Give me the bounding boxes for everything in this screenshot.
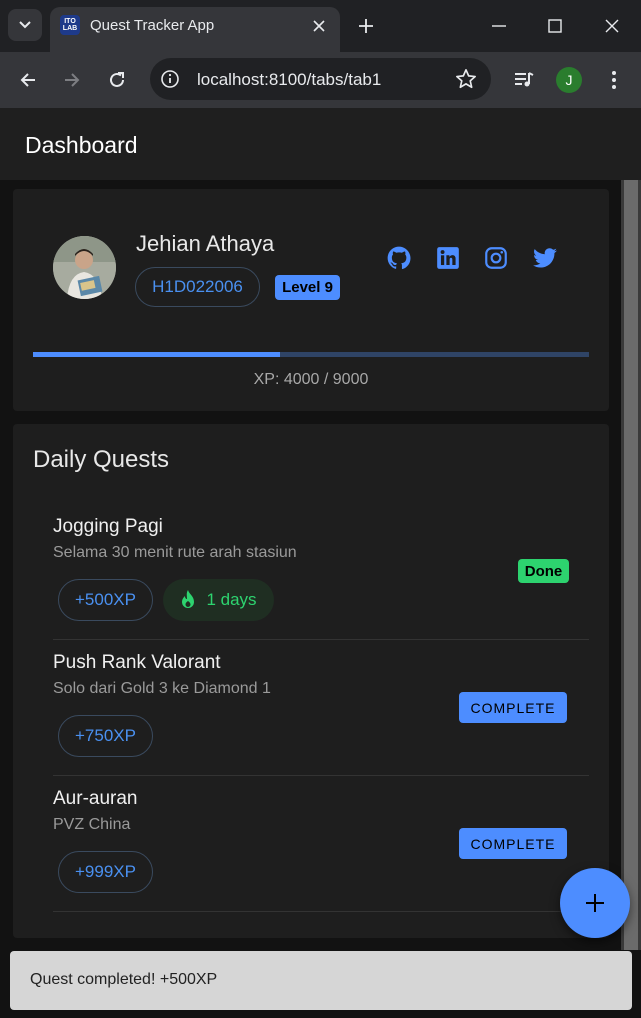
instagram-icon[interactable] bbox=[483, 245, 509, 271]
profile-card: Jehian Athaya H1D022006 Level 9 XP: 4000… bbox=[13, 189, 609, 411]
info-icon[interactable] bbox=[160, 69, 180, 89]
avatar bbox=[53, 236, 116, 299]
reload-button[interactable] bbox=[101, 64, 133, 96]
quest-item: Jogging Pagi Selama 30 menit rute arah s… bbox=[53, 504, 589, 640]
quest-description: Solo dari Gold 3 ke Diamond 1 bbox=[53, 680, 271, 697]
minimize-icon bbox=[492, 25, 506, 27]
back-button[interactable] bbox=[12, 64, 44, 96]
streak-chip: 1 days bbox=[163, 579, 274, 621]
toast-message: Quest completed! +500XP bbox=[30, 971, 218, 988]
page-title: Dashboard bbox=[25, 132, 138, 158]
new-tab-button[interactable] bbox=[352, 12, 380, 40]
arrow-right-icon bbox=[65, 73, 80, 87]
flame-icon bbox=[182, 590, 195, 608]
quest-description: PVZ China bbox=[53, 816, 131, 833]
quest-item: Aur-auran PVZ China +999XP COMPLETE bbox=[53, 776, 589, 912]
favicon: ITO LAB bbox=[60, 15, 80, 35]
plus-icon bbox=[359, 19, 373, 33]
browser-toolbar: localhost:8100/tabs/tab1 J bbox=[0, 52, 641, 108]
browser-tab[interactable]: ITO LAB Quest Tracker App bbox=[50, 7, 340, 52]
media-button[interactable] bbox=[508, 64, 540, 96]
github-icon[interactable] bbox=[386, 245, 412, 271]
xp-chip: +750XP bbox=[58, 715, 153, 757]
tab-search-button[interactable] bbox=[8, 9, 42, 41]
xp-text: XP: 4000 / 9000 bbox=[253, 371, 369, 388]
profile-avatar[interactable]: J bbox=[556, 67, 582, 93]
content-area: Jehian Athaya H1D022006 Level 9 XP: 4000… bbox=[0, 180, 621, 950]
xp-progress-bar bbox=[33, 352, 589, 357]
daily-quests-card: Daily Quests Jogging Pagi Selama 30 meni… bbox=[13, 424, 609, 938]
scrollbar-thumb[interactable] bbox=[624, 180, 638, 950]
close-icon bbox=[313, 20, 325, 32]
minimize-button[interactable] bbox=[474, 8, 524, 44]
xp-progress-fill bbox=[33, 352, 280, 357]
linkedin-icon[interactable] bbox=[435, 245, 461, 271]
star-icon[interactable] bbox=[455, 68, 477, 90]
tab-title: Quest Tracker App bbox=[90, 17, 215, 34]
window-close-button[interactable] bbox=[587, 8, 637, 44]
address-bar[interactable]: localhost:8100/tabs/tab1 bbox=[150, 58, 491, 100]
scrollbar[interactable] bbox=[621, 180, 641, 950]
tab-close-button[interactable] bbox=[308, 15, 330, 37]
menu-button[interactable] bbox=[598, 64, 630, 96]
quest-title: Aur-auran bbox=[53, 788, 138, 809]
toast-notification: Quest completed! +500XP bbox=[10, 951, 632, 1010]
media-queue-icon bbox=[515, 72, 534, 87]
close-icon bbox=[605, 19, 619, 33]
xp-chip: +500XP bbox=[58, 579, 153, 621]
quest-title: Push Rank Valorant bbox=[53, 652, 221, 673]
complete-button[interactable]: COMPLETE bbox=[459, 828, 567, 859]
maximize-icon bbox=[548, 19, 562, 33]
chevron-down-icon bbox=[19, 21, 31, 29]
arrow-left-icon bbox=[20, 73, 35, 87]
avatar-photo bbox=[53, 236, 116, 299]
more-vert-icon bbox=[612, 71, 616, 89]
maximize-button[interactable] bbox=[530, 8, 580, 44]
done-badge: Done bbox=[518, 559, 569, 583]
reload-icon bbox=[110, 72, 124, 87]
app-header: Dashboard bbox=[0, 108, 641, 180]
plus-icon bbox=[586, 894, 604, 912]
twitter-icon[interactable] bbox=[532, 245, 558, 271]
xp-chip: +999XP bbox=[58, 851, 153, 893]
student-id-chip: H1D022006 bbox=[135, 267, 260, 307]
forward-button[interactable] bbox=[56, 64, 88, 96]
quest-description: Selama 30 menit rute arah stasiun bbox=[53, 544, 297, 561]
profile-name: Jehian Athaya bbox=[136, 231, 275, 256]
url-text[interactable]: localhost:8100/tabs/tab1 bbox=[197, 70, 381, 90]
quest-title: Jogging Pagi bbox=[53, 516, 163, 537]
complete-button[interactable]: COMPLETE bbox=[459, 692, 567, 723]
quest-item: Push Rank Valorant Solo dari Gold 3 ke D… bbox=[53, 640, 589, 776]
level-badge: Level 9 bbox=[275, 275, 340, 300]
streak-text: 1 days bbox=[206, 590, 257, 609]
browser-tab-bar: ITO LAB Quest Tracker App bbox=[0, 0, 641, 52]
daily-quests-title: Daily Quests bbox=[33, 446, 170, 473]
add-quest-button[interactable] bbox=[560, 868, 630, 938]
